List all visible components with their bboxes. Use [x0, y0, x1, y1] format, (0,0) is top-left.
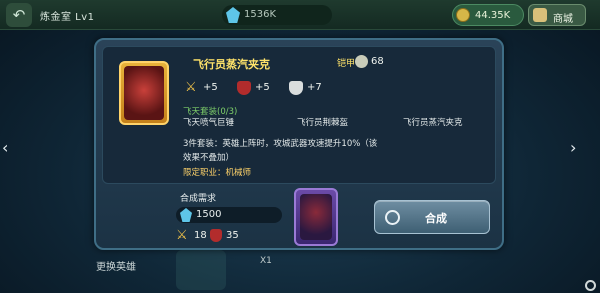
craft-button[interactable]: 合成 [374, 200, 490, 234]
red-shield-icon [237, 81, 251, 95]
sword-icon: ⚔ [185, 80, 197, 95]
craft-label: 合成 [425, 212, 447, 225]
shop-label: 商城 [553, 14, 573, 25]
item-detail-modal: 飞行员蒸汽夹克 铠甲 68 ⚔ +5 +5 +7 飞天套装(0/3) 飞天喷气巨… [94, 38, 504, 250]
swap-hero-label[interactable]: 更换英雄 [96, 258, 136, 273]
game-screen: ↶ 炼金室 Lv1 1536K 44.35K 商城 更换英雄 X1 ‹ › 飞行… [0, 0, 600, 293]
sword-material-count: 18 [194, 230, 207, 241]
top-bar: ↶ 炼金室 Lv1 1536K 44.35K 商城 [0, 0, 600, 30]
red-shield-icon [210, 229, 222, 242]
set-item: 飞行员蒸汽夹克 [403, 118, 463, 128]
shop-icon [533, 8, 547, 22]
white-shield-icon [289, 81, 303, 95]
item-name: 飞行员蒸汽夹克 [193, 58, 270, 71]
set-item: 飞天喷气巨锤 [183, 118, 235, 128]
background-card [176, 250, 226, 290]
gem-cost: 1500 [176, 207, 282, 223]
gem-icon [180, 208, 192, 222]
job-limit: 限定职业：机械师 [183, 168, 252, 178]
set-bonus: 3件套装：英雄上阵时，攻城武器攻速提升10%（该效果不叠加） [183, 139, 378, 163]
back-arrow-icon[interactable]: ↶ [6, 3, 32, 27]
coin-icon [456, 8, 470, 22]
gold-counter[interactable]: 44.35K [452, 4, 524, 26]
room-title: 炼金室 Lv1 [40, 12, 95, 23]
shield-material-count: 35 [226, 230, 239, 241]
gem-counter: 1536K [222, 5, 332, 25]
armor-icon [355, 55, 368, 68]
gem-cost-value: 1500 [196, 209, 222, 220]
set-item: 飞行员荆棘盔 [297, 118, 349, 128]
chevron-right-icon[interactable]: › [570, 138, 576, 157]
armor-value: 68 [371, 56, 384, 67]
gem-icon [226, 7, 240, 23]
item-info-panel: 飞行员蒸汽夹克 铠甲 68 ⚔ +5 +5 +7 飞天套装(0/3) 飞天喷气巨… [102, 46, 496, 184]
hero-portrait[interactable] [294, 188, 338, 246]
zoom-icon[interactable] [585, 280, 596, 291]
gold-amount: 44.35K [475, 10, 511, 21]
quantity-label: X1 [260, 256, 272, 266]
check-circle-icon [385, 210, 400, 225]
item-icon [119, 61, 169, 125]
item-type: 铠甲 [337, 59, 356, 69]
chevron-left-icon[interactable]: ‹ [2, 138, 8, 157]
sword-icon: ⚔ [176, 228, 188, 243]
gem-amount: 1536K [244, 9, 277, 20]
requirement-title: 合成需求 [180, 194, 217, 204]
shop-button[interactable]: 商城 [528, 4, 586, 26]
